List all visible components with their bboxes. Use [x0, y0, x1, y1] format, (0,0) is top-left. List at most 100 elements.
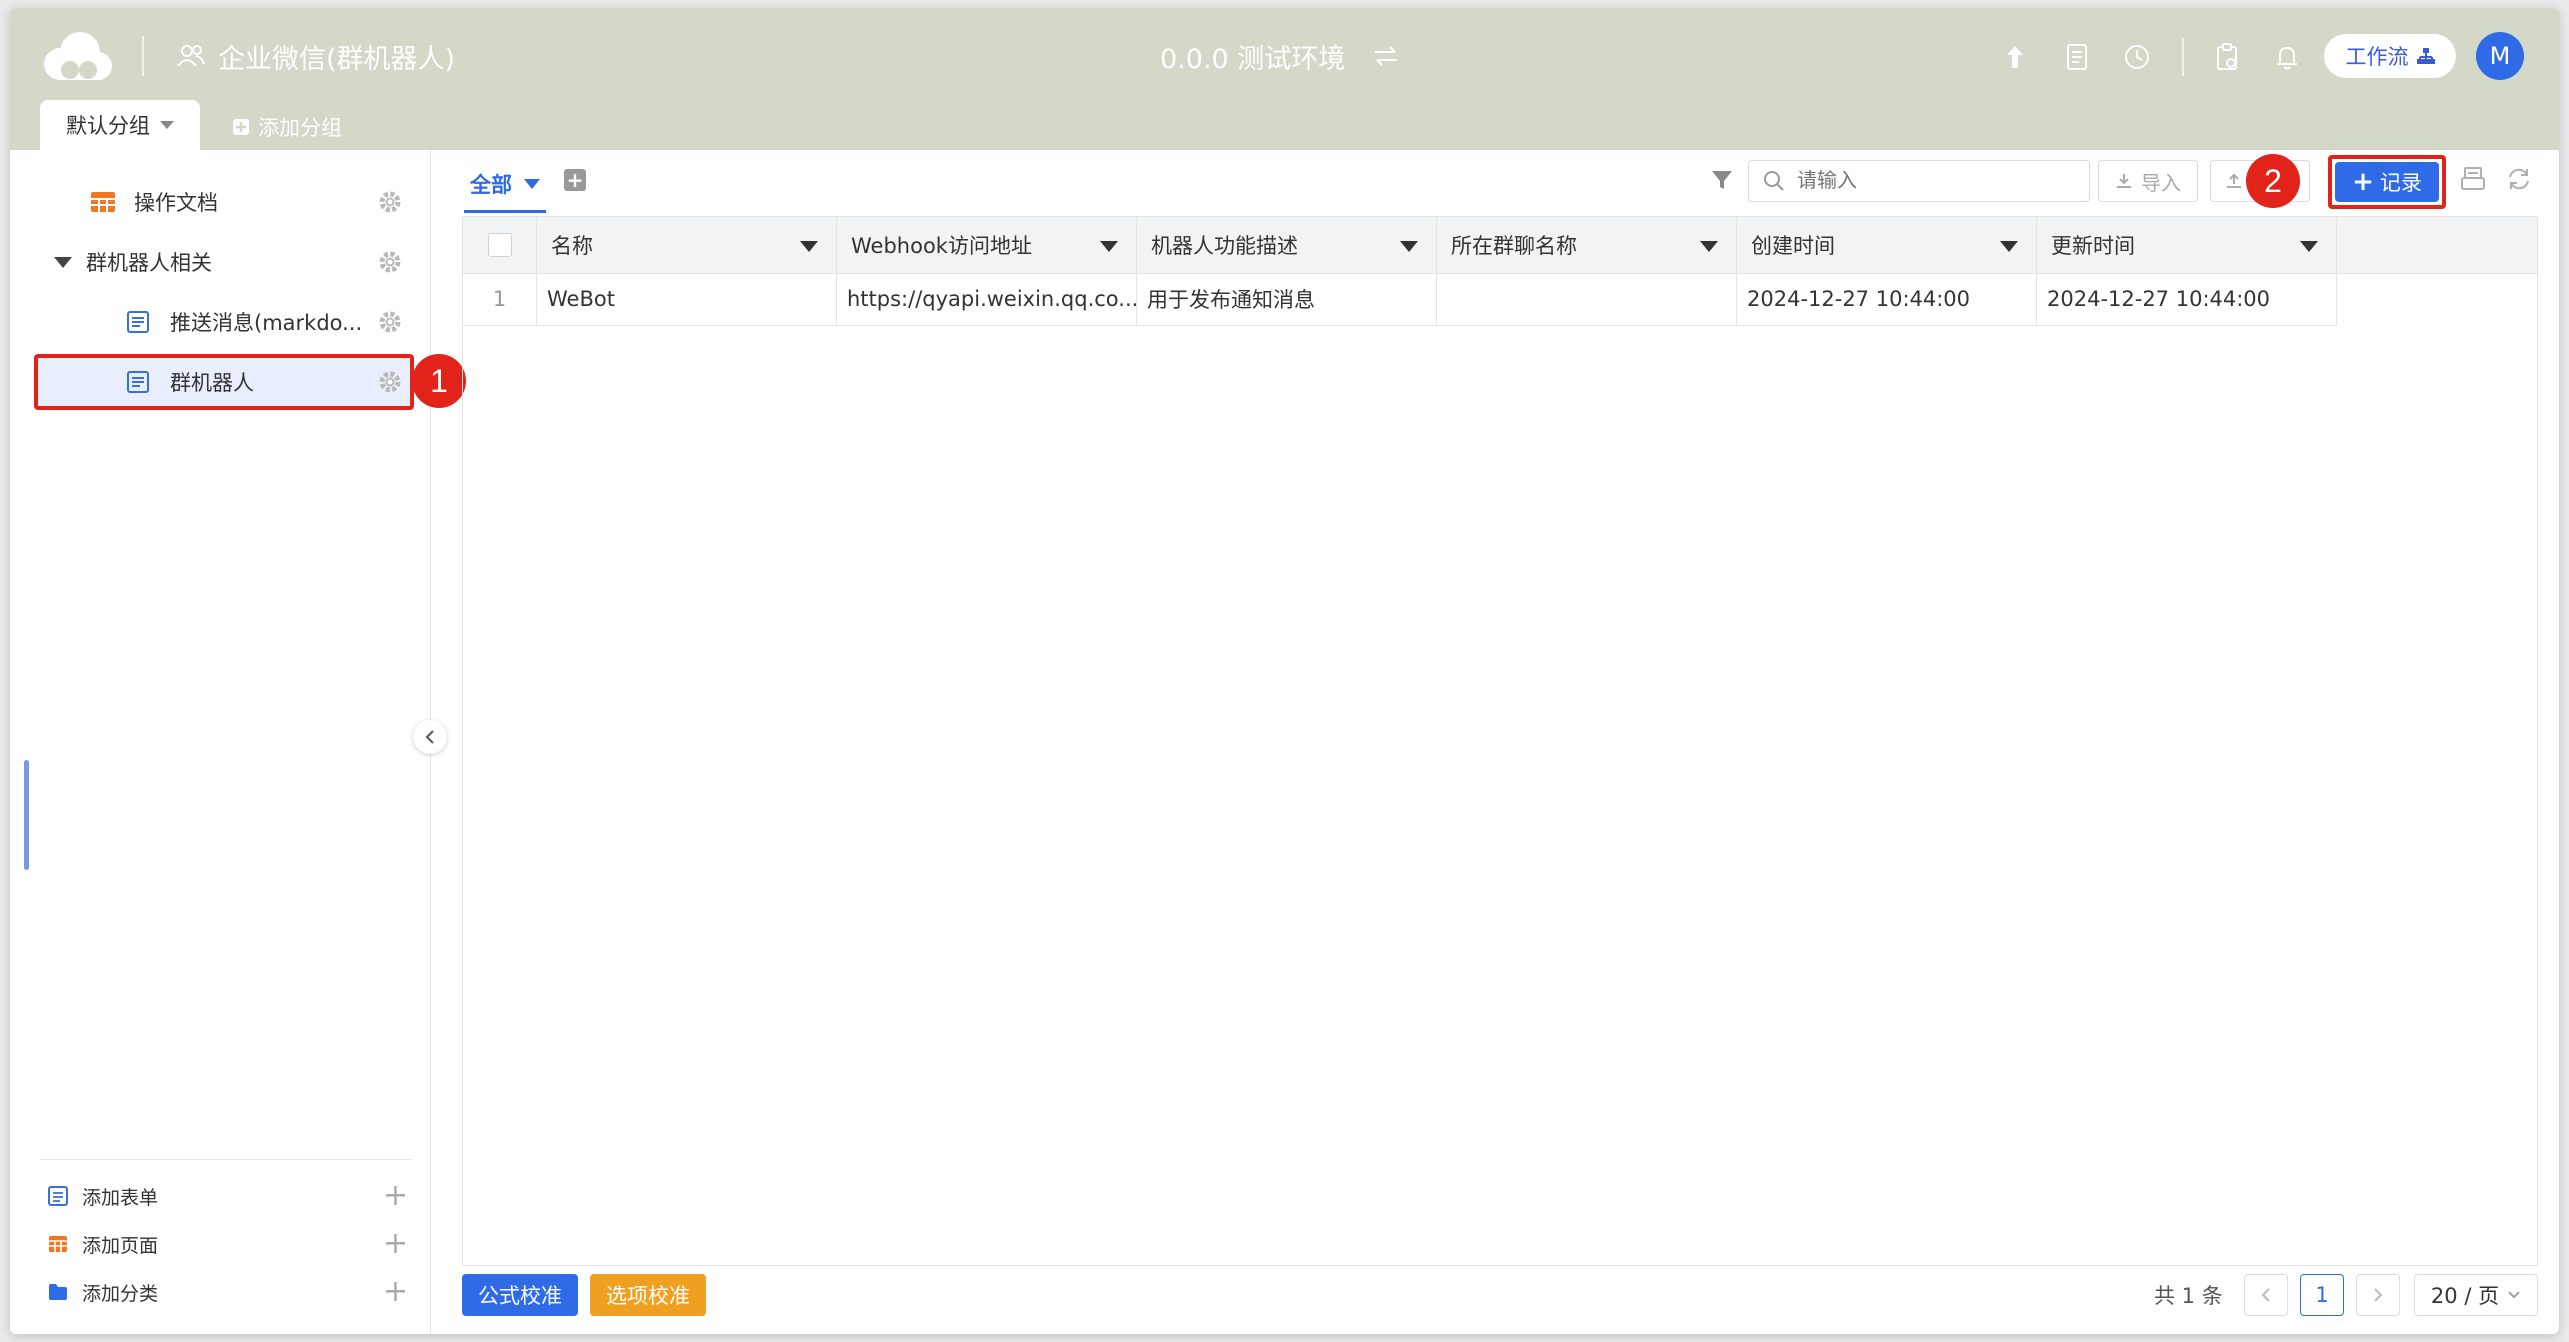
select-all-checkbox[interactable]: [487, 233, 512, 257]
column-label: 机器人功能描述: [1151, 234, 1298, 258]
group-tab-label: 默认分组: [66, 114, 150, 138]
swap-icon: [1375, 46, 1398, 66]
add-page-button[interactable]: 添加页面 +: [48, 1224, 408, 1264]
table-cell[interactable]: 2024-12-27 10:44:00: [1737, 273, 2037, 325]
cloud-logo-icon[interactable]: [36, 28, 116, 83]
form-icon: [127, 311, 149, 333]
filter-icon[interactable]: [1710, 168, 1734, 192]
view-tab-all[interactable]: 全部: [464, 164, 546, 213]
users-icon: [177, 45, 205, 67]
table-row[interactable]: 1 WeBot https://qyapi.weixin.qq.co... 用于…: [463, 273, 2337, 326]
sidebar-divider: [40, 1159, 412, 1160]
page-number-button[interactable]: 1: [2300, 1274, 2344, 1316]
download-icon: [2117, 174, 2131, 188]
option-check-button[interactable]: 选项校准: [590, 1274, 706, 1316]
page-size-select[interactable]: 20 / 页: [2414, 1274, 2538, 1316]
search-input[interactable]: [1795, 168, 2059, 194]
caret-down-icon: [54, 256, 72, 268]
document-icon[interactable]: [2062, 42, 2092, 72]
total-count: 共 1 条: [2154, 1284, 2223, 1308]
table-cell[interactable]: WeBot: [537, 273, 837, 325]
sidebar-item-label: 推送消息(markdo...: [170, 311, 363, 335]
table-cell[interactable]: [1437, 273, 1737, 325]
search-icon: [1764, 171, 1784, 191]
clipboard-icon[interactable]: [2212, 42, 2242, 72]
column-label: 更新时间: [2051, 234, 2135, 258]
column-header[interactable]: 创建时间: [1737, 217, 2037, 273]
bell-icon[interactable]: [2272, 42, 2302, 72]
history-icon[interactable]: [2122, 42, 2152, 72]
prev-page-button[interactable]: [2244, 1274, 2288, 1316]
gear-icon[interactable]: [378, 190, 402, 214]
import-button[interactable]: 导入: [2098, 160, 2198, 202]
plus-square-icon: [233, 119, 249, 135]
header-divider: [2182, 38, 2184, 76]
add-group-label: 添加分组: [258, 116, 342, 140]
top-header: 企业微信(群机器人) 0.0.0 测试环境 工作流 M 默认分组 添加分组: [10, 8, 2559, 150]
column-label: Webhook访问地址: [851, 234, 1032, 258]
sheet-icon: [91, 192, 115, 212]
sidebar-item-docs[interactable]: 操作文档: [34, 176, 412, 228]
search-box[interactable]: [1748, 160, 2090, 202]
table-cell[interactable]: 2024-12-27 10:44:00: [2037, 273, 2337, 325]
app-window: 企业微信(群机器人) 0.0.0 测试环境 工作流 M 默认分组 添加分组 操作…: [10, 8, 2559, 1334]
refresh-icon[interactable]: [2506, 166, 2532, 192]
column-header[interactable]: 机器人功能描述: [1137, 217, 1437, 273]
sidebar-category-robots[interactable]: 群机器人相关: [34, 236, 412, 288]
column-label: 名称: [551, 234, 593, 258]
highlight-box-1: [34, 354, 414, 410]
sidebar: 操作文档 群机器人相关 推送消息(markdo... 群机器人 1 添加表单 +…: [10, 150, 466, 1334]
caret-down-icon[interactable]: [1700, 241, 1718, 252]
column-header[interactable]: 名称: [537, 217, 837, 273]
records-table: 名称 Webhook访问地址 机器人功能描述 所在群聊名称 创建时间 更新时间 …: [462, 216, 2538, 1266]
add-group-button[interactable]: 添加分组: [232, 110, 342, 144]
plus-icon[interactable]: +: [383, 1229, 408, 1259]
add-view-button[interactable]: +: [564, 169, 586, 191]
gear-icon[interactable]: [378, 250, 402, 274]
add-category-button[interactable]: 添加分类 +: [48, 1272, 408, 1312]
column-header[interactable]: Webhook访问地址: [837, 217, 1137, 273]
caret-down-icon[interactable]: [2000, 241, 2018, 252]
add-form-button[interactable]: 添加表单 +: [48, 1176, 408, 1216]
app-title[interactable]: 企业微信(群机器人): [176, 36, 455, 76]
page-size-label: 20 / 页: [2430, 1284, 2500, 1308]
header-divider: [142, 36, 144, 76]
column-header[interactable]: 更新时间: [2037, 217, 2337, 273]
upload-icon[interactable]: [2000, 42, 2030, 72]
folder-icon: [49, 1284, 67, 1300]
caret-down-icon[interactable]: [1100, 241, 1118, 252]
workflow-button[interactable]: 工作流: [2324, 34, 2456, 78]
sidebar-item-label: 操作文档: [134, 191, 218, 215]
column-label: 所在群聊名称: [1451, 234, 1577, 258]
formula-check-button[interactable]: 公式校准: [462, 1274, 578, 1316]
chevron-left-icon: [425, 730, 434, 744]
table-cell[interactable]: https://qyapi.weixin.qq.co...: [837, 273, 1137, 325]
next-page-button[interactable]: [2356, 1274, 2400, 1316]
plus-icon[interactable]: +: [383, 1277, 408, 1307]
gear-icon[interactable]: [378, 310, 402, 334]
environment-switch[interactable]: 0.0.0 测试环境: [1160, 36, 1399, 76]
add-page-label: 添加页面: [82, 1234, 159, 1257]
row-index: 1: [463, 273, 537, 325]
print-icon[interactable]: [2460, 166, 2486, 192]
collapse-sidebar-button[interactable]: [413, 720, 447, 754]
caret-down-icon[interactable]: [2300, 241, 2318, 252]
plus-icon[interactable]: +: [383, 1181, 408, 1211]
caret-down-icon[interactable]: [1400, 241, 1418, 252]
scroll-indicator[interactable]: [24, 760, 29, 870]
step-badge-1: 1: [412, 354, 466, 408]
view-tab-label: 全部: [470, 173, 512, 197]
group-tab-default[interactable]: 默认分组: [40, 100, 200, 150]
select-all-cell: [463, 217, 537, 273]
sidebar-item-push-message[interactable]: 推送消息(markdo...: [34, 296, 412, 348]
caret-down-icon[interactable]: [800, 241, 818, 252]
column-header[interactable]: 所在群聊名称: [1437, 217, 1737, 273]
app-name: 企业微信(群机器人): [218, 43, 456, 75]
environment-name: 0.0.0 测试环境: [1160, 43, 1346, 75]
table-cell[interactable]: 用于发布通知消息: [1137, 273, 1437, 325]
sheet-icon: [49, 1236, 67, 1252]
step-badge-2: 2: [2246, 154, 2300, 208]
add-form-label: 添加表单: [82, 1186, 159, 1209]
user-avatar[interactable]: M: [2476, 32, 2524, 80]
caret-down-icon: [524, 179, 540, 189]
